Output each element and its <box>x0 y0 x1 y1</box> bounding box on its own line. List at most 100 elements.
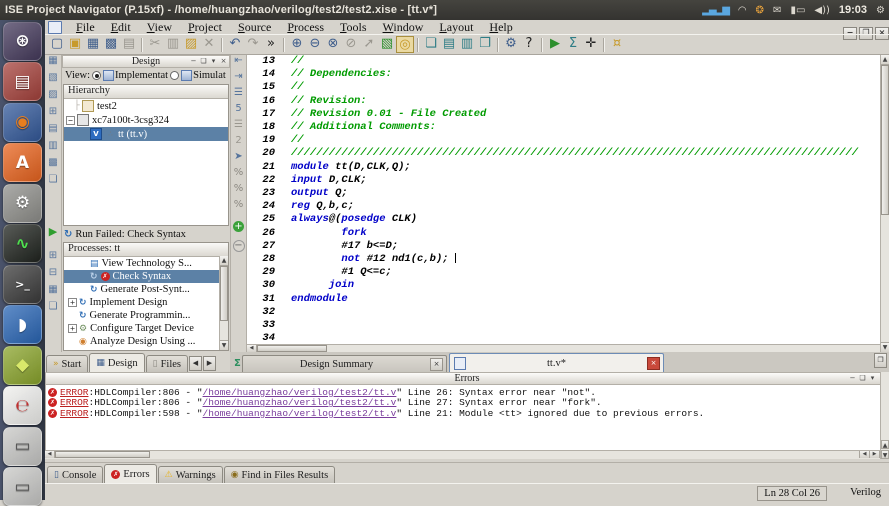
delete-icon[interactable]: ✕ <box>200 36 218 53</box>
error-file-link[interactable]: /home/huangzhao/verilog/test2/tt.v <box>203 397 397 408</box>
scroll-up-icon[interactable]: ▲ <box>881 55 889 65</box>
session-menu-icon[interactable]: ⚙ <box>876 5 885 16</box>
strip-icon-4[interactable]: ⊞ <box>45 106 61 123</box>
code-editor[interactable]: 13// 14// Dependencies: 15// 16// Revisi… <box>247 55 880 344</box>
tab-start[interactable]: » Start <box>46 355 88 372</box>
scroll-up-icon[interactable]: ▲ <box>220 256 228 266</box>
undo-icon[interactable]: ↶ <box>226 36 244 53</box>
properties-icon[interactable]: ▦ <box>45 284 61 301</box>
close-tab-icon[interactable]: × <box>430 358 443 371</box>
implementation-radio[interactable] <box>92 71 101 80</box>
process-configure-target[interactable]: + ⚙ Configure Target Device <box>64 322 228 335</box>
tile-vertical-icon[interactable]: ▥ <box>458 36 476 53</box>
scroll-left-icon[interactable]: ◀ <box>859 451 870 458</box>
panel-pin-icon[interactable]: ▾ <box>209 56 218 66</box>
strip-icon-6[interactable]: ▥ <box>45 140 61 157</box>
tabs-scroll-right[interactable]: ▶ <box>203 356 216 371</box>
expand-icon[interactable]: + <box>68 324 77 333</box>
comment-icon-3[interactable]: % <box>231 199 246 215</box>
tree-item-module-tt[interactable]: V ∴ tt (tt.v) <box>64 127 228 141</box>
outdent-icon[interactable]: ⇤ <box>231 55 246 71</box>
tab-find-in-files[interactable]: ◉ Find in Files Results <box>224 466 336 483</box>
wifi-icon[interactable]: ◠ <box>738 5 747 16</box>
bookmark-list-icon[interactable]: ☰ <box>231 119 246 135</box>
implementation-label[interactable]: Implementat <box>115 70 168 81</box>
redo-icon[interactable]: ↷ <box>244 36 262 53</box>
collapse-icon[interactable]: − <box>66 116 75 125</box>
error-link[interactable]: ERROR <box>60 408 89 419</box>
indent-icon[interactable]: ⇥ <box>231 71 246 87</box>
scroll-thumb[interactable] <box>881 65 889 215</box>
error-link[interactable]: ERROR <box>60 397 89 408</box>
open-icon[interactable]: ▣ <box>66 36 84 53</box>
bookmark-2-icon[interactable]: 2 <box>231 135 246 151</box>
panel-pin-icon[interactable]: ▾ <box>868 373 877 383</box>
scroll-left-icon[interactable]: ◀ <box>247 345 257 352</box>
tab-design-summary[interactable]: Design Summary × <box>242 355 447 372</box>
process-check-syntax[interactable]: ↻ ✗ Check Syntax <box>64 270 228 283</box>
comment-icon-1[interactable]: % <box>231 167 246 183</box>
scroll-thumb[interactable] <box>55 451 150 458</box>
panel-float-icon[interactable]: ❏ <box>199 56 208 66</box>
tab-ttv[interactable]: tt.v* × <box>449 353 664 372</box>
menu-project[interactable]: Project <box>180 20 230 35</box>
dock-item-cube-app[interactable]: ◆ <box>3 346 42 385</box>
processes-scrollbar[interactable]: ▲ ▼ <box>219 256 228 350</box>
strip-icon-3[interactable]: ▨ <box>45 89 61 106</box>
save-all-icon[interactable]: ▩ <box>102 36 120 53</box>
dock-item-thunderbird[interactable]: ◗ <box>3 305 42 344</box>
strip-icon-2[interactable]: ▧ <box>45 72 61 89</box>
dock-item-disk-2[interactable]: ▭ <box>3 467 42 506</box>
add-icon[interactable]: + <box>233 221 244 232</box>
simulation-radio[interactable] <box>170 71 179 80</box>
network-monitor-icon[interactable]: ▂▄▂▆ <box>702 5 729 16</box>
mail-icon[interactable]: ✉ <box>773 5 781 16</box>
tile-horizontal-icon[interactable]: ▤ <box>440 36 458 53</box>
error-file-link[interactable]: /home/huangzhao/verilog/test2/tt.v <box>203 387 397 398</box>
close-tab-icon[interactable]: × <box>647 357 660 370</box>
wrench-icon[interactable]: ⚙ <box>502 36 520 53</box>
panel-float-icon[interactable]: ❏ <box>858 373 867 383</box>
menu-edit[interactable]: Edit <box>103 20 139 35</box>
clock[interactable]: 19:03 <box>839 4 867 16</box>
scroll-right-icon[interactable]: ▶ <box>870 451 880 458</box>
tab-warnings[interactable]: ⚠ Warnings <box>158 466 223 483</box>
tab-errors[interactable]: ✗ Errors <box>104 464 156 483</box>
zoom-region-icon[interactable]: ⊘ <box>342 36 360 53</box>
dock-item-settings[interactable]: ⚙ <box>3 184 42 223</box>
dock-item-ubuntu-dash[interactable]: ⊛ <box>3 22 42 61</box>
window-icon[interactable]: ❏ <box>45 301 61 318</box>
run-icon[interactable]: ▶ <box>546 36 564 53</box>
tab-design[interactable]: ▦ Design <box>89 353 144 372</box>
scroll-down-icon[interactable]: ▼ <box>881 342 889 352</box>
scroll-thumb[interactable] <box>220 266 228 321</box>
scroll-down-icon[interactable]: ▼ <box>220 340 228 350</box>
tabs-scroll-left[interactable]: ◀ <box>189 356 202 371</box>
errors-vertical-scrollbar[interactable]: ▲ ▼ <box>880 372 889 459</box>
tab-files[interactable]: ▯ Files <box>146 355 188 372</box>
dock-item-document-app[interactable]: ℮ <box>3 386 42 425</box>
tab-console[interactable]: ▯ Console <box>47 466 103 483</box>
paste-icon[interactable]: ▨ <box>182 36 200 53</box>
more-icon[interactable]: » <box>262 36 280 53</box>
zoom-out-icon[interactable]: ⊖ <box>306 36 324 53</box>
scroll-up-icon[interactable]: ▲ <box>881 440 889 449</box>
menu-source[interactable]: Source <box>230 20 279 35</box>
summary-icon[interactable]: Σ <box>564 36 582 53</box>
dock-item-files[interactable]: ▤ <box>3 62 42 101</box>
panel-minimize-icon[interactable]: − <box>189 56 198 66</box>
strip-icon-5[interactable]: ▤ <box>45 123 61 140</box>
copy-icon[interactable]: ▥ <box>164 36 182 53</box>
tree-item-device[interactable]: − xc7a100t-3csg324 <box>64 113 228 127</box>
remove-icon[interactable]: − <box>233 240 245 252</box>
expand-all-icon[interactable]: ⊞ <box>45 250 61 267</box>
select-icon[interactable]: ➚ <box>360 36 378 53</box>
menu-tools[interactable]: Tools <box>332 20 375 35</box>
run-process-icon[interactable]: ▶ <box>45 225 61 242</box>
menu-view[interactable]: View <box>139 20 180 35</box>
processes-header[interactable]: Processes: tt <box>64 243 228 257</box>
process-analyze-design[interactable]: ◉ Analyze Design Using ... <box>64 335 228 348</box>
collapse-all-icon[interactable]: ⊟ <box>45 267 61 284</box>
dock-item-firefox[interactable]: ◉ <box>3 103 42 142</box>
battery-icon[interactable]: ▮▭ <box>790 5 805 16</box>
